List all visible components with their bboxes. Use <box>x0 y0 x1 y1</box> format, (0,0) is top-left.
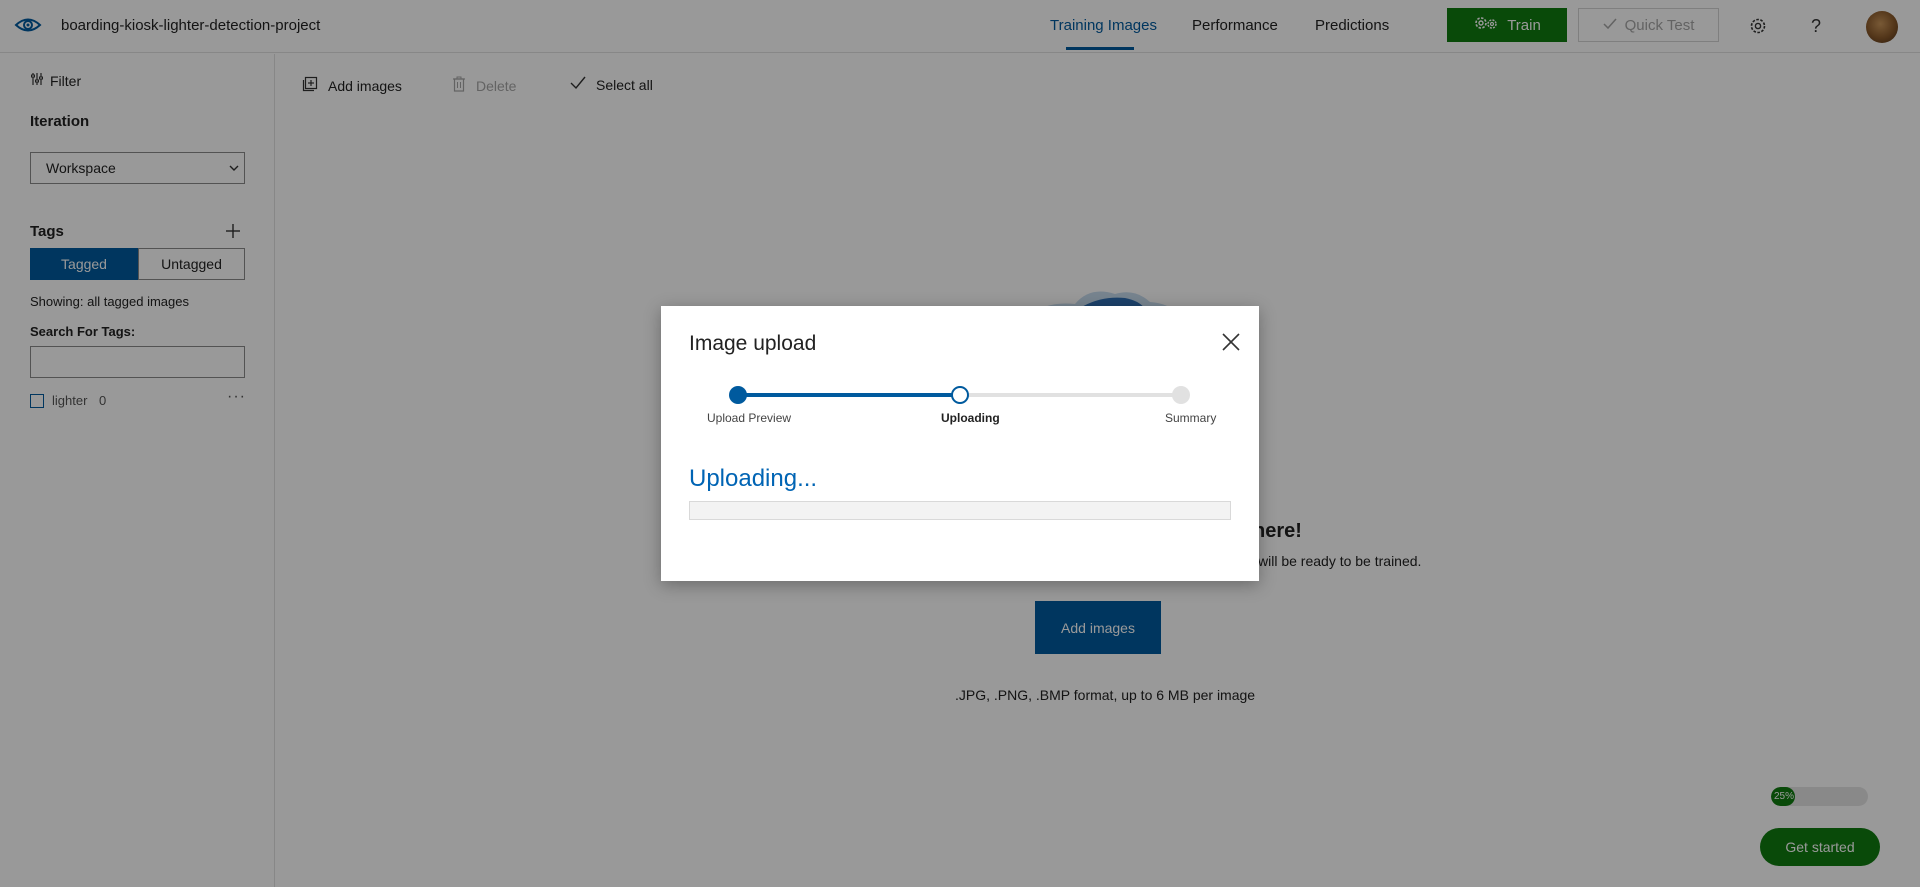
step-label-upload-preview: Upload Preview <box>707 411 792 425</box>
step-label-uploading: Uploading <box>941 411 1000 425</box>
step-dot-uploading <box>951 386 969 404</box>
close-icon[interactable] <box>1221 332 1241 352</box>
image-upload-dialog: Image upload Upload Preview Uploading Su… <box>661 306 1259 581</box>
stepper-progress <box>738 393 961 397</box>
upload-status-text: Uploading... <box>689 465 818 492</box>
step-dot-summary <box>1172 386 1190 404</box>
dialog-title: Image upload <box>689 332 817 355</box>
step-label-summary: Summary <box>1165 411 1217 425</box>
upload-progress-bar <box>689 501 1231 520</box>
step-dot-upload-preview <box>729 386 747 404</box>
